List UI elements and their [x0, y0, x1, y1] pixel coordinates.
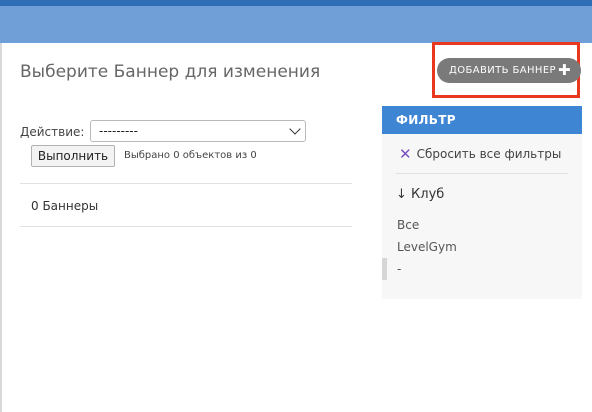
reset-filters-label: Сбросить все фильтры: [416, 147, 562, 161]
plus-icon: ✚: [558, 61, 571, 79]
filter-header: ФИЛЬТР: [382, 106, 582, 134]
filter-divider: [396, 173, 568, 174]
add-banner-label: ДОБАВИТЬ БАННЕР: [449, 65, 556, 76]
divider: [20, 183, 352, 184]
page-title: Выберите Баннер для изменения: [20, 62, 321, 82]
header-bar: [0, 6, 592, 43]
filter-group-title: ↓ Клуб: [396, 187, 445, 202]
filter-option-levelgym[interactable]: LevelGym: [397, 240, 457, 254]
selection-counter: Выбрано 0 объектов из 0: [124, 150, 257, 161]
action-select[interactable]: ---------: [90, 120, 306, 142]
run-action-button[interactable]: Выполнить: [31, 145, 115, 167]
add-banner-button[interactable]: ДОБАВИТЬ БАННЕР ✚: [437, 58, 581, 83]
divider: [20, 226, 352, 227]
close-icon: ✕: [399, 145, 412, 163]
filter-option-empty[interactable]: -: [397, 262, 401, 276]
filter-option-all[interactable]: Все: [397, 218, 419, 232]
action-label: Действие:: [20, 125, 85, 139]
results-count: 0 Баннеры: [31, 199, 99, 213]
action-select-value: ---------: [99, 124, 138, 138]
chevron-down-icon: [289, 123, 301, 135]
left-edge-border: [0, 43, 2, 412]
reset-filters-link[interactable]: ✕ Сбросить все фильтры: [399, 145, 562, 163]
scrollbar[interactable]: [382, 258, 387, 280]
filter-panel: ФИЛЬТР ✕ Сбросить все фильтры ↓ Клуб Все…: [382, 106, 582, 299]
